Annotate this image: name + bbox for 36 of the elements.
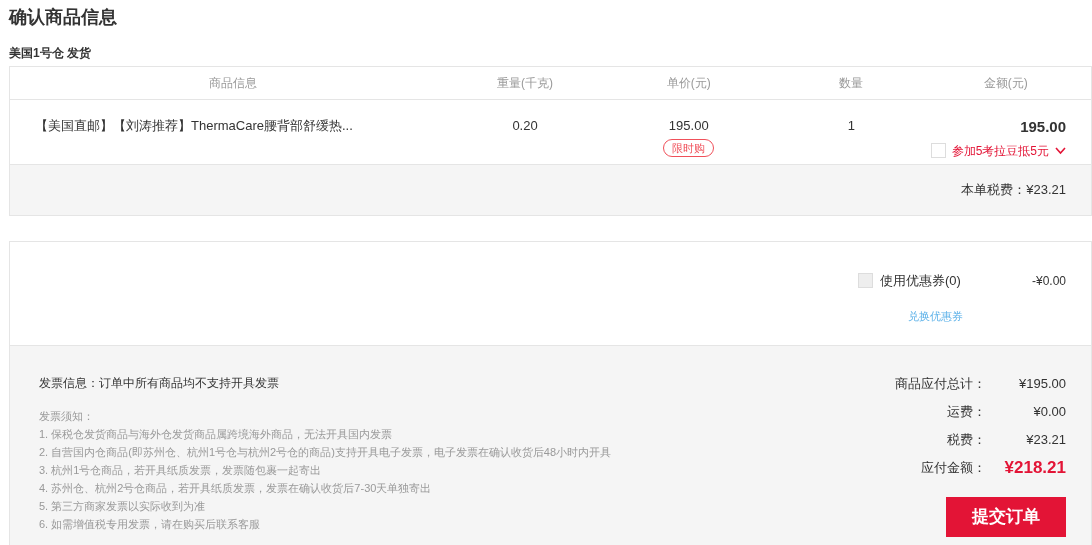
summary-value: ¥23.21 <box>1025 431 1066 450</box>
summary-label: 税费： <box>946 431 986 450</box>
quantity-cell-text: 1 <box>847 117 856 135</box>
unit-price: 195.00 <box>668 117 709 135</box>
checkbox[interactable] <box>858 273 873 289</box>
page-title: 确认商品信息 <box>9 7 117 27</box>
column-header: 重量(千克) <box>497 75 554 92</box>
summary-label: 运费： <box>946 403 986 422</box>
invoice-notice-title: 发票须知： <box>39 409 95 424</box>
summary-value: ¥0.00 <box>1032 403 1066 422</box>
column-header: 单价(元) <box>666 75 711 92</box>
submit-order-button[interactable]: 提交订单 <box>946 497 1066 537</box>
invoice-notice: 2. 自营国内仓商品(即苏州仓、杭州1号仓与杭州2号仓的商品)支持开具电子发票，电子发票在确认收货后48小时内开具 <box>39 445 613 460</box>
warehouse-label: 美国1号仓 发货 <box>9 45 91 62</box>
summary-label: 商品应付总计： <box>894 375 986 394</box>
invoice-info: 发票信息：订单中所有商品均不支持开具发票 <box>39 375 280 392</box>
weight-cell-text: 0.20 <box>512 117 538 135</box>
amount-cell-text: 195.00 <box>1020 117 1066 137</box>
chevron-down-icon[interactable] <box>1055 146 1066 155</box>
total-amount: ¥218.21 <box>1003 457 1066 480</box>
invoice-notice: 6. 如需增值税专用发票，请在购买后联系客服 <box>39 517 262 532</box>
invoice-notice: 4. 苏州仓、杭州2号仓商品，若开具纸质发票，发票在确认收货后7-30天单独寄出 <box>39 481 433 496</box>
total-label: 应付金额： <box>920 459 986 478</box>
column-header: 商品信息 <box>208 75 257 92</box>
product-name[interactable]: 【美国直邮】【刘涛推荐】ThermaCare腰背部舒缓热... <box>35 118 353 133</box>
redeem-coupon-link[interactable]: 兑换优惠券 <box>908 308 963 325</box>
invoice-notice: 1. 保税仓发货商品与海外仓发货商品属跨境海外商品，无法开具国内发票 <box>39 427 394 442</box>
coupon-discount: -¥0.00 <box>1031 273 1066 290</box>
column-header: 金额(元) <box>983 75 1028 92</box>
summary-value: ¥195.00 <box>1018 375 1066 394</box>
tax-total: 本单税费：¥23.21 <box>961 181 1066 200</box>
invoice-notice: 3. 杭州1号仓商品，若开具纸质发票，发票随包裹一起寄出 <box>39 463 323 478</box>
checkbox[interactable] <box>930 143 946 158</box>
column-header: 数量 <box>839 75 864 92</box>
coupon-label[interactable]: 使用优惠券(0) <box>880 271 961 291</box>
bean-offer-label[interactable]: 参加5考拉豆抵5元 <box>951 141 1049 160</box>
